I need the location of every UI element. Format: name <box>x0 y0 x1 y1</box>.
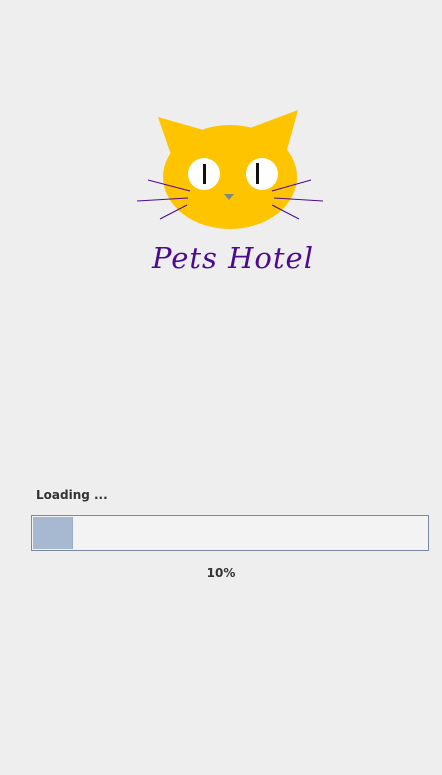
splash-screen: Pets Hotel Loading ... 10% <box>0 0 442 775</box>
progress-fill <box>33 517 73 549</box>
progress-bar <box>31 515 429 551</box>
progress-percent: 10% <box>206 566 236 580</box>
loading-label: Loading ... <box>36 488 108 502</box>
pets-hotel-logo: Pets Hotel <box>136 110 324 275</box>
cat-face-icon <box>136 110 324 229</box>
brand-title: Pets Hotel <box>151 241 314 275</box>
